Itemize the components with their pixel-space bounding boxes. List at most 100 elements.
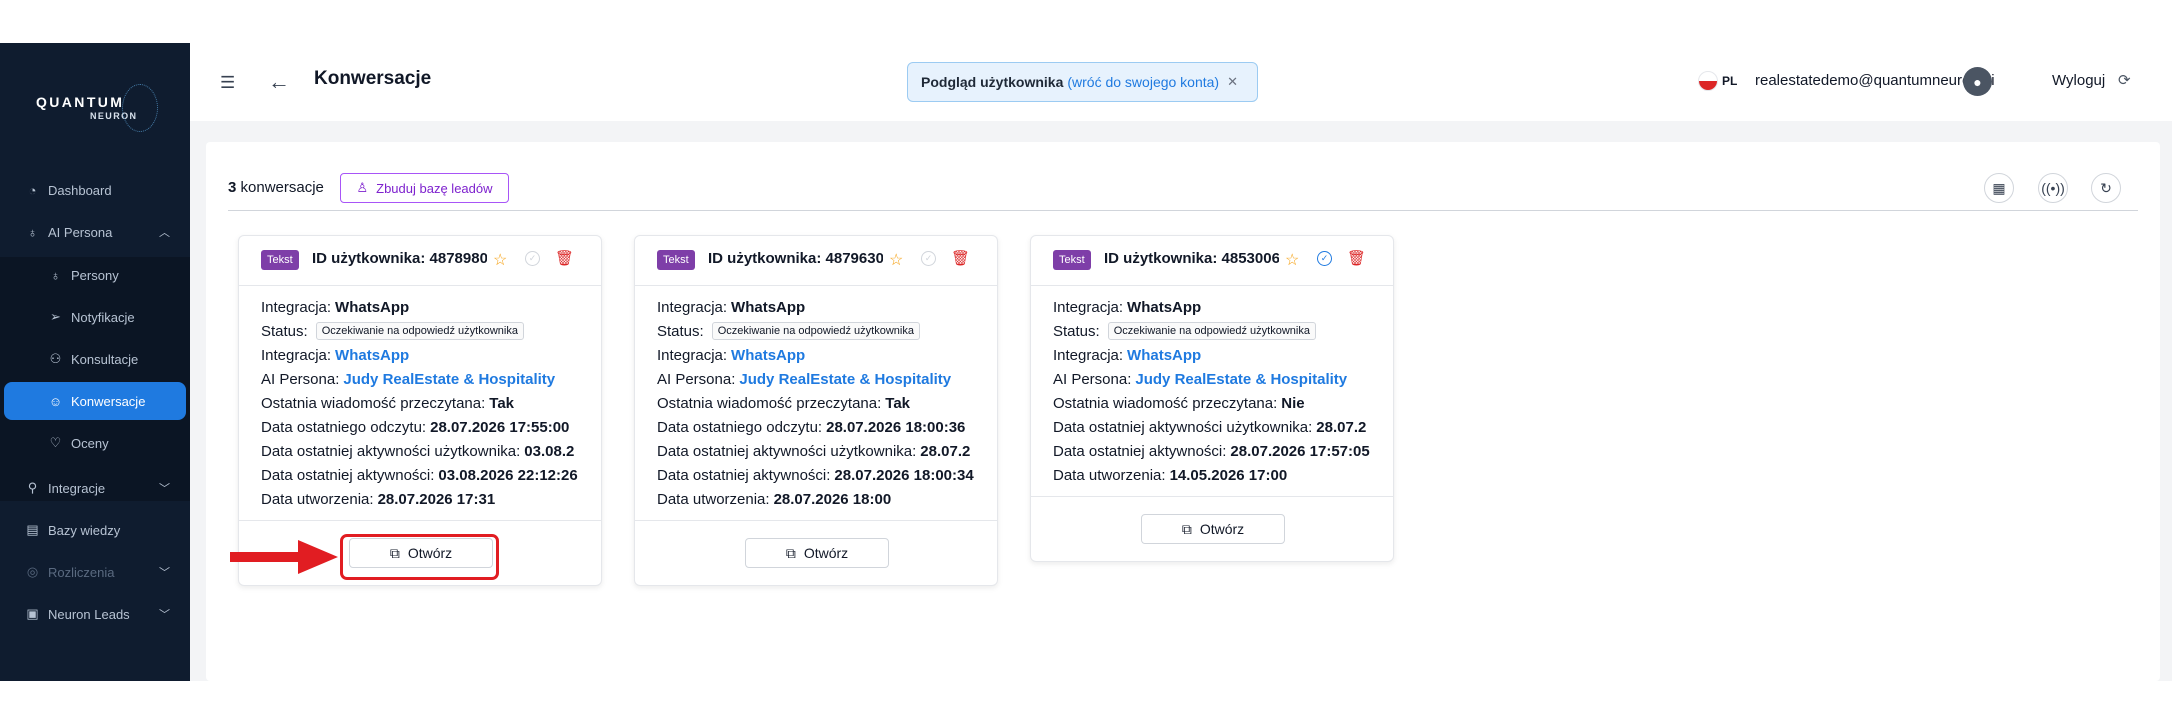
sidebar-item-persony[interactable]: ♁ Persony xyxy=(0,256,190,294)
detail-row: Data ostatniej aktywności użytkownika: 03… xyxy=(261,439,581,463)
detail-value: 28.07.2026 18:00:34 xyxy=(834,466,974,484)
build-leads-button[interactable]: ♙ Zbuduj bazę leadów xyxy=(340,173,509,203)
detail-row: Data utworzenia: 14.05.2026 17:00 xyxy=(1053,463,1373,487)
external-link-icon: ⧉ xyxy=(785,544,796,561)
detail-key: AI Persona: xyxy=(261,370,340,388)
sidebar-item-konwersacje[interactable]: ☺ Konwersacje xyxy=(4,382,186,420)
sidebar-item-integracje[interactable]: ⚲ Integracje ﹀ xyxy=(0,469,190,507)
detail-key: Integracja: xyxy=(1053,346,1124,364)
sidebar-item-label: Dashboard xyxy=(48,182,112,198)
detail-row: Data ostatniej aktywności: 28.07.2026 18:… xyxy=(657,463,977,487)
conversation-card: Tekst ID użytkownika: 4879630 ☆ ✓ 🗑 Inte… xyxy=(634,235,998,586)
sidebar-item-konsultacje[interactable]: ⚇ Konsultacje xyxy=(0,340,190,378)
detail-value: Nie xyxy=(1281,394,1305,412)
brain-icon xyxy=(122,84,158,132)
user-id: ID użytkownika: 4879630 xyxy=(708,250,883,267)
sidebar-item-label: Integracje xyxy=(48,480,106,496)
logo[interactable]: QUANTUM NEURON xyxy=(36,84,158,132)
close-icon[interactable]: ✕ xyxy=(1227,74,1238,90)
detail-key: Data ostatniej aktywności użytkownika: xyxy=(657,442,917,460)
star-icon[interactable]: ☆ xyxy=(889,250,903,270)
integration-link[interactable]: WhatsApp xyxy=(335,347,409,364)
detail-row: Ostatnia wiadomość przeczytana: Tak xyxy=(261,391,581,415)
detail-value: 28.07.2 xyxy=(1316,418,1367,436)
sidebar-item-ai-persona[interactable]: ♁ AI Persona ︿ xyxy=(0,213,190,251)
integration-link[interactable]: WhatsApp xyxy=(1127,347,1201,364)
trash-icon[interactable]: 🗑 xyxy=(555,249,574,267)
language-selector[interactable]: PL xyxy=(1722,74,1737,88)
chat-icon: ☺ xyxy=(48,393,63,409)
sidebar-item-notyfikacje[interactable]: ➢ Notyfikacje xyxy=(0,298,190,336)
refresh-icon[interactable]: ↻ xyxy=(2091,173,2121,203)
persona-link[interactable]: Judy RealEstate & Hospitality xyxy=(1135,371,1347,388)
table-view-icon[interactable]: ▦ xyxy=(1984,173,2014,203)
detail-row: Integracja: WhatsApp xyxy=(657,295,977,319)
back-arrow-icon[interactable]: ← xyxy=(268,69,290,95)
sidebar-item-dashboard[interactable]: ◔ Dashboard xyxy=(0,171,190,209)
detail-value: 28.07.2026 17:31 xyxy=(377,490,496,508)
status-badge: Oczekiwanie na odpowiedź użytkownika xyxy=(315,322,524,340)
sidebar-item-bazy-wiedzy[interactable]: ▤ Bazy wiedzy xyxy=(0,511,190,549)
detail-key: Ostatnia wiadomość przeczytana: xyxy=(261,394,486,412)
poland-flag-icon[interactable] xyxy=(1698,71,1718,91)
sidebar-item-neuron-leads[interactable]: ▣ Neuron Leads ﹀ xyxy=(0,595,190,633)
detail-row: AI Persona: Judy RealEstate & Hospitality xyxy=(657,367,977,391)
detail-row: Data ostatniej aktywności: 03.08.2026 22:… xyxy=(261,463,581,487)
type-badge: Tekst xyxy=(261,250,299,270)
detail-key: Integracja: xyxy=(657,346,728,364)
star-icon[interactable]: ☆ xyxy=(493,250,507,270)
card-details: Integracja: WhatsApp Status: Oczekiwanie n… xyxy=(239,286,601,521)
star-icon[interactable]: ☆ xyxy=(1285,250,1299,270)
logout-icon[interactable]: ⟳ xyxy=(2118,71,2131,89)
topbar: ☰ ← Konwersacje Podgląd użytkownika (wró… xyxy=(190,43,2172,121)
detail-key: Data ostatniego odczytu: xyxy=(657,418,823,436)
trash-icon[interactable]: 🗑 xyxy=(951,249,970,267)
detail-key: Data ostatniej aktywności użytkownika: xyxy=(261,442,521,460)
avatar[interactable]: ● xyxy=(1963,67,1992,96)
detail-value: 03.08.2 xyxy=(524,442,575,460)
return-to-account-link[interactable]: (wróć do swojego konta) xyxy=(1067,74,1219,90)
open-button[interactable]: ⧉ Otwórz xyxy=(1141,514,1285,544)
detail-key: Data utworzenia: xyxy=(261,490,374,508)
detail-row: Data ostatniej aktywności użytkownika: 28… xyxy=(657,439,977,463)
check-circle-icon[interactable]: ✓ xyxy=(525,251,540,266)
integration-link[interactable]: WhatsApp xyxy=(731,347,805,364)
persona-link[interactable]: Judy RealEstate & Hospitality xyxy=(343,371,555,388)
user-icon: ♙ xyxy=(356,180,369,195)
open-button[interactable]: ⧉ Otwórz xyxy=(745,538,889,568)
card-footer: ⧉ Otwórz xyxy=(635,521,997,585)
sidebar: QUANTUM NEURON ◔ Dashboard ♁ AI Persona … xyxy=(0,43,190,681)
broadcast-icon[interactable]: ((•)) xyxy=(2038,173,2068,203)
coin-icon: ◎ xyxy=(26,564,39,579)
detail-value: Tak xyxy=(489,394,515,412)
check-circle-icon[interactable]: ✓ xyxy=(1317,251,1332,266)
sidebar-item-label: Konwersacje xyxy=(71,393,146,409)
detail-key: Data utworzenia: xyxy=(657,490,770,508)
detail-row: Data utworzenia: 28.07.2026 18:00 xyxy=(657,487,977,511)
detail-row: Data utworzenia: 28.07.2026 17:31 xyxy=(261,487,581,511)
check-circle-icon[interactable]: ✓ xyxy=(921,251,936,266)
detail-row: Data ostatniego odczytu: 28.07.2026 17:55… xyxy=(261,415,581,439)
preview-label: Podgląd użytkownika xyxy=(921,74,1064,90)
conversation-count: 3 konwersacje xyxy=(228,179,324,196)
detail-value: 28.07.2 xyxy=(920,442,971,460)
card-header: Tekst ID użytkownika: 4879630 ☆ ✓ 🗑 xyxy=(635,236,997,286)
lightbulb-icon: ♁ xyxy=(50,267,61,283)
detail-value: WhatsApp xyxy=(731,298,806,316)
logout-button[interactable]: Wyloguj xyxy=(2052,72,2105,89)
chevron-down-icon: ﹀ xyxy=(159,609,170,621)
detail-value: 03.08.2026 22:12:26 xyxy=(438,466,578,484)
user-id: ID użytkownika: 4878980 xyxy=(312,250,487,267)
trash-icon[interactable]: 🗑 xyxy=(1347,249,1366,267)
detail-row: Data ostatniego odczytu: 28.07.2026 18:00… xyxy=(657,415,977,439)
detail-row: Data ostatniej aktywności użytkownika: 28… xyxy=(1053,415,1373,439)
collapse-menu-icon[interactable]: ☰ xyxy=(220,73,235,93)
detail-value: 14.05.2026 17:00 xyxy=(1169,466,1288,484)
sidebar-item-oceny[interactable]: ♡ Oceny xyxy=(0,424,190,462)
detail-row: Integracja: WhatsApp xyxy=(1053,343,1373,367)
detail-row: Ostatnia wiadomość przeczytana: Tak xyxy=(657,391,977,415)
detail-value: 28.07.2026 17:55:00 xyxy=(430,418,570,436)
chevron-down-icon: ﹀ xyxy=(159,567,170,579)
persona-link[interactable]: Judy RealEstate & Hospitality xyxy=(739,371,951,388)
card-details: Integracja: WhatsApp Status: Oczekiwanie n… xyxy=(1031,286,1393,497)
